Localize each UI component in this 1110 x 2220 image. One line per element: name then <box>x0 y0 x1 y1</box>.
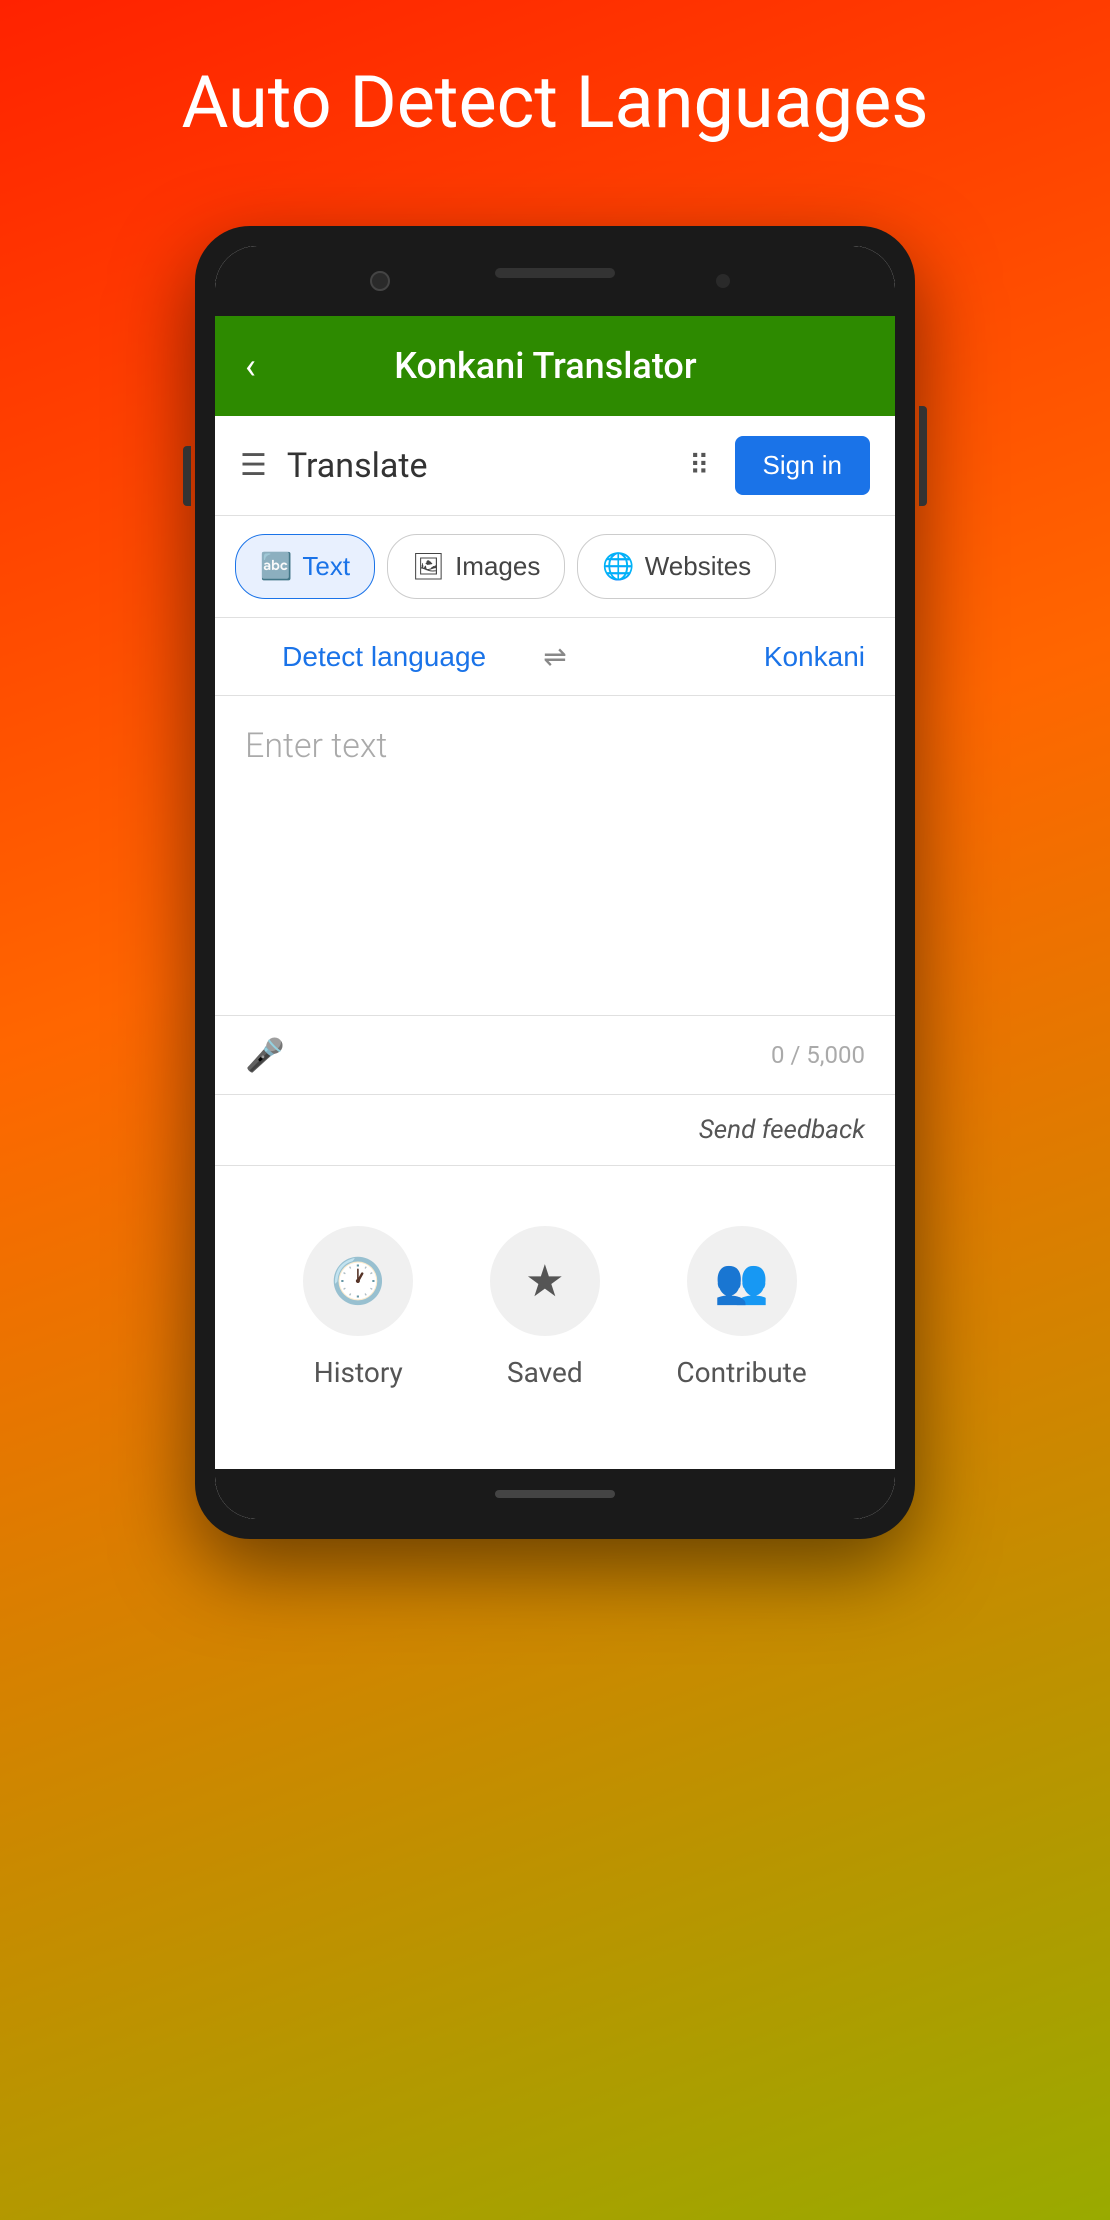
contribute-label: Contribute <box>676 1356 806 1389</box>
power-button <box>919 406 927 506</box>
tab-bar: 🔤 Text 🖼 Images 🌐 Websites <box>215 516 895 618</box>
back-button[interactable]: ‹ <box>245 345 256 387</box>
people-icon: 👥 <box>714 1255 769 1307</box>
phone-frame: ‹ Konkani Translator ☰ Translate ⠿ Sign … <box>195 226 915 1539</box>
sensor <box>716 274 730 288</box>
contribute-icon-circle: 👥 <box>687 1226 797 1336</box>
history-icon: 🕐 <box>331 1255 386 1307</box>
tab-images-label: Images <box>455 551 540 582</box>
app-content: ☰ Translate ⠿ Sign in 🔤 Text 🖼 Images 🌐 … <box>215 416 895 1469</box>
page-title: Auto Detect Languages <box>101 0 1008 226</box>
history-item[interactable]: 🕐 History <box>303 1226 413 1389</box>
microphone-icon[interactable]: 🎤 <box>245 1036 285 1074</box>
tab-text-label: Text <box>302 551 350 582</box>
sign-in-button[interactable]: Sign in <box>735 436 871 495</box>
speaker-grille <box>495 268 615 278</box>
tab-websites-label: Websites <box>645 551 751 582</box>
images-icon: 🖼 <box>412 551 445 582</box>
contribute-item[interactable]: 👥 Contribute <box>676 1226 806 1389</box>
feedback-area: Send feedback <box>215 1095 895 1166</box>
tab-text[interactable]: 🔤 Text <box>235 534 375 599</box>
home-indicator <box>495 1490 615 1498</box>
tab-websites[interactable]: 🌐 Websites <box>577 534 776 599</box>
front-camera <box>370 271 390 291</box>
toolbar-title: Translate <box>287 446 689 486</box>
text-icon: 🔤 <box>260 551 292 582</box>
phone-bezel-top <box>215 246 895 316</box>
bottom-icons: 🕐 History ★ Saved 👥 Con <box>245 1226 865 1389</box>
history-label: History <box>314 1356 403 1389</box>
websites-icon: 🌐 <box>602 551 634 582</box>
star-icon: ★ <box>525 1255 564 1307</box>
send-feedback-link[interactable]: Send feedback <box>699 1115 865 1145</box>
saved-icon-circle: ★ <box>490 1226 600 1336</box>
app-title: Konkani Translator <box>276 345 815 387</box>
language-bar: Detect language ⇌ Konkani <box>215 618 895 696</box>
grid-icon[interactable]: ⠿ <box>689 449 710 482</box>
bottom-section: 🕐 History ★ Saved 👥 Con <box>215 1166 895 1469</box>
app-bar: ‹ Konkani Translator <box>215 316 895 416</box>
source-language-button[interactable]: Detect language <box>245 641 523 673</box>
text-area-footer: 🎤 0 / 5,000 <box>215 1016 895 1095</box>
char-count: 0 / 5,000 <box>771 1041 865 1069</box>
text-placeholder: Enter text <box>245 726 387 766</box>
phone-bezel-bottom <box>215 1469 895 1519</box>
target-language-button[interactable]: Konkani <box>587 641 865 673</box>
saved-label: Saved <box>507 1356 583 1389</box>
swap-languages-icon[interactable]: ⇌ <box>543 640 566 673</box>
history-icon-circle: 🕐 <box>303 1226 413 1336</box>
volume-button <box>183 446 191 506</box>
menu-icon[interactable]: ☰ <box>240 448 267 483</box>
tab-images[interactable]: 🖼 Images <box>387 534 565 599</box>
saved-item[interactable]: ★ Saved <box>490 1226 600 1389</box>
toolbar: ☰ Translate ⠿ Sign in <box>215 416 895 516</box>
text-input-area[interactable]: Enter text <box>215 696 895 1016</box>
